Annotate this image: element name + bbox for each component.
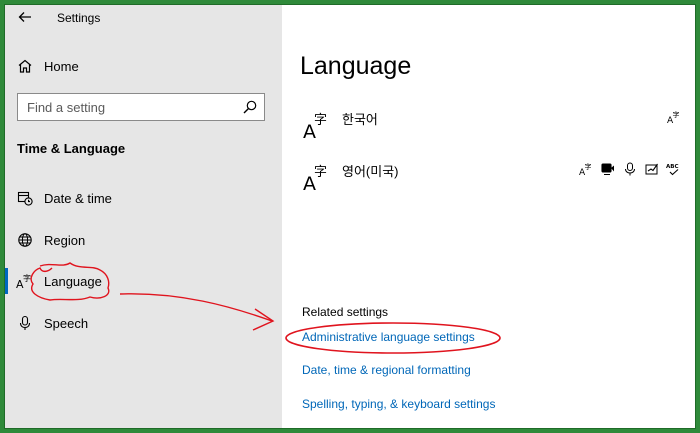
back-arrow-icon (18, 12, 31, 22)
sidebar-item-home[interactable]: Home (0, 48, 282, 84)
sidebar-item-label: Region (44, 232, 86, 248)
sidebar-item-date-time[interactable]: Date & time (0, 180, 282, 216)
microphone-icon (16, 314, 34, 332)
home-icon (16, 57, 34, 75)
sidebar-item-speech[interactable]: Speech (0, 305, 282, 341)
sidebar-item-region[interactable]: Region (0, 222, 282, 258)
handwriting-icon (644, 161, 660, 177)
language-row-english-us[interactable]: A字 영어(미국) A字 ABC (302, 161, 682, 201)
svg-text:字: 字 (314, 113, 327, 128)
app-title: Settings (57, 11, 101, 25)
svg-text:字: 字 (314, 165, 327, 180)
speech-recognition-icon (622, 161, 638, 177)
spelling-typing-keyboard-settings-link[interactable]: Spelling, typing, & keyboard settings (302, 397, 495, 411)
language-features: A字 (666, 109, 682, 127)
language-features: A字 ABC (578, 161, 682, 179)
sidebar: Settings Home Time & Language Date & tim… (0, 0, 282, 433)
administrative-language-settings-link[interactable]: Administrative language settings (302, 330, 475, 344)
sidebar-item-label: Language (44, 273, 102, 289)
related-settings-heading: Related settings (302, 305, 389, 319)
section-heading: Time & Language (17, 141, 126, 156)
svg-text:字: 字 (585, 162, 592, 171)
language-glyph-icon: A字 (303, 165, 327, 195)
calendar-clock-icon (16, 189, 34, 207)
title-bar: Settings (0, 0, 282, 34)
spell-check-icon: ABC (666, 161, 682, 177)
search-icon (243, 100, 257, 114)
search-input[interactable] (18, 94, 242, 120)
date-time-regional-formatting-link[interactable]: Date, time & regional formatting (302, 363, 471, 377)
language-options-icon: A字 (578, 161, 594, 177)
svg-text:字: 字 (673, 110, 680, 119)
language-options-icon: A字 (666, 109, 682, 125)
sidebar-item-label: Home (44, 58, 79, 74)
sidebar-item-label: Date & time (44, 190, 112, 206)
svg-text:ABC: ABC (666, 164, 679, 170)
sidebar-item-label: Speech (44, 315, 89, 331)
page-title: Language (300, 52, 412, 80)
svg-text:字: 字 (23, 273, 31, 283)
language-name: 영어(미국) (342, 164, 399, 179)
language-glyph-icon: A字 (303, 113, 327, 143)
language-name: 한국어 (342, 112, 378, 127)
main-panel: Language A字 한국어 A字 A字 영어(미국) A字 ABC Rela… (282, 0, 700, 433)
globe-icon (16, 231, 34, 249)
text-to-speech-icon (600, 161, 616, 177)
language-icon: A字 (16, 272, 34, 290)
search-field[interactable] (17, 93, 265, 121)
sidebar-item-language[interactable]: A字 Language (0, 263, 282, 299)
back-button[interactable] (14, 6, 36, 28)
language-row-korean[interactable]: A字 한국어 A字 (302, 109, 682, 149)
